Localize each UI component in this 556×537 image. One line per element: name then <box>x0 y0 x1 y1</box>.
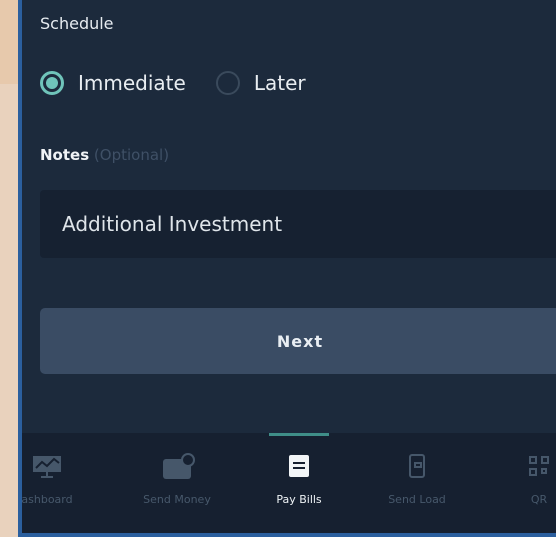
phone-icon <box>409 453 425 479</box>
nav-item-send-load[interactable]: Send Load <box>362 433 472 533</box>
wallet-icon <box>163 453 195 479</box>
notes-optional-hint: (Optional) <box>93 146 170 164</box>
notes-title: Notes <box>40 146 90 164</box>
nav-label-qr: QR <box>530 493 548 506</box>
immediate-label[interactable]: Immediate <box>78 71 186 95</box>
bottom-nav: ashboard Send Money Pay Bills Send Load <box>22 433 556 533</box>
next-button[interactable]: Next <box>40 308 556 374</box>
bill-icon <box>289 453 309 479</box>
qr-icon <box>529 453 549 479</box>
nav-label-dashboard: ashboard <box>21 493 73 506</box>
dashboard-icon <box>32 453 62 479</box>
nav-item-qr[interactable]: QR <box>484 433 556 533</box>
later-radio[interactable] <box>215 71 240 95</box>
notes-label: Notes (Optional) <box>40 146 169 164</box>
nav-label-pay-bills: Pay Bills <box>276 493 322 506</box>
nav-item-send-money[interactable]: Send Money <box>122 433 232 533</box>
schedule-radio-group: Immediate Later <box>40 71 306 95</box>
nav-item-dashboard[interactable]: ashboard <box>21 433 102 533</box>
radio-selected-dot <box>46 77 58 89</box>
app-screen: Schedule Immediate Later Notes (Optional… <box>18 0 556 537</box>
nav-label-send-money: Send Money <box>143 493 211 506</box>
notes-input[interactable]: Additional Investment <box>40 190 556 258</box>
notes-input-value: Additional Investment <box>62 212 283 236</box>
nav-item-pay-bills[interactable]: Pay Bills <box>244 433 354 533</box>
nav-label-send-load: Send Load <box>388 493 446 506</box>
immediate-radio[interactable] <box>40 71 64 95</box>
schedule-label: Schedule <box>40 14 114 33</box>
later-label[interactable]: Later <box>254 71 306 95</box>
